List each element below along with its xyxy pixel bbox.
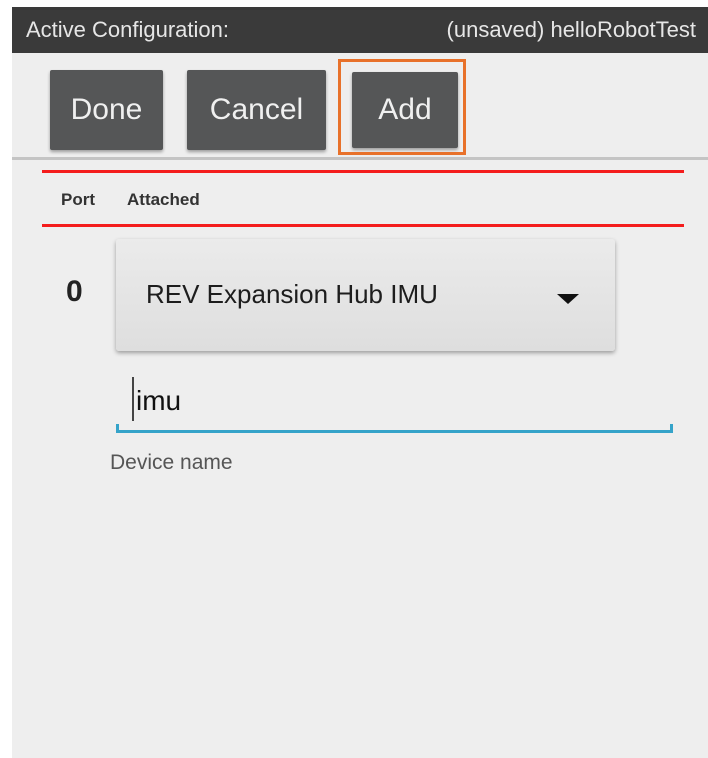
header-top-red-line <box>42 170 684 173</box>
toolbar-divider <box>12 157 708 160</box>
configuration-name: (unsaved) helloRobotTest <box>446 17 696 42</box>
active-configuration-label: Active Configuration: <box>26 17 229 42</box>
device-name-hint: Device name <box>110 451 233 474</box>
device-name-input[interactable]: imu <box>116 369 673 435</box>
app-window: Active Configuration: (unsaved) helloRob… <box>0 0 708 758</box>
port-number: 0 <box>66 275 83 308</box>
input-underline-left-tick <box>116 424 119 432</box>
content-area: Done Cancel Add Port Attached 0 REV Expa… <box>12 53 708 758</box>
device-type-dropdown[interactable]: REV Expansion Hub IMU <box>116 239 615 351</box>
device-name-value: imu <box>136 385 182 416</box>
input-underline <box>116 430 673 433</box>
done-button[interactable]: Done <box>50 70 163 150</box>
active-configuration-bar: Active Configuration: (unsaved) helloRob… <box>12 7 708 53</box>
column-header-port: Port <box>61 190 95 209</box>
cancel-button[interactable]: Cancel <box>187 70 326 150</box>
dropdown-arrow-icon <box>557 294 579 304</box>
text-cursor <box>132 377 134 421</box>
header-bottom-red-line <box>42 224 684 227</box>
column-header-attached: Attached <box>127 190 200 209</box>
device-type-selected: REV Expansion Hub IMU <box>146 279 438 309</box>
input-underline-right-tick <box>670 424 673 432</box>
add-button[interactable]: Add <box>352 72 458 148</box>
